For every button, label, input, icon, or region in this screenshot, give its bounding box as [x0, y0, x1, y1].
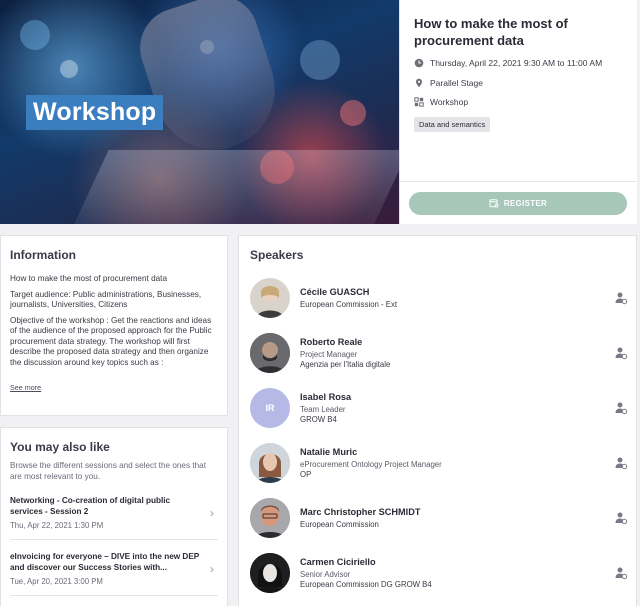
user-settings-icon[interactable] [614, 511, 628, 525]
information-paragraph: Objective of the workshop : Get the reac… [10, 315, 212, 367]
session-date: Tue, Apr 20, 2021 3:00 PM [10, 577, 103, 586]
speaker-name: Isabel Rosa [300, 391, 352, 402]
user-settings-icon[interactable] [614, 291, 628, 305]
topic-tag[interactable]: Data and semantics [414, 117, 491, 132]
avatar [250, 553, 290, 593]
divider [400, 181, 637, 182]
avatar: IR [250, 388, 290, 428]
recommendations-heading: You may also like [10, 440, 110, 454]
information-paragraph: Target audience: Public administrations,… [10, 289, 202, 310]
information-heading: Information [10, 248, 76, 262]
session-date: Thu, Apr 22, 2021 1:30 PM [10, 521, 104, 530]
speaker-name: Roberto Reale [300, 336, 363, 347]
information-paragraph: How to make the most of procurement data [10, 274, 168, 283]
speaker-role: Team Leader [300, 404, 346, 414]
event-info-card: How to make the most of procurement data… [399, 0, 637, 224]
speaker-item[interactable]: IR Isabel Rosa Team Leader GROW B4 [250, 388, 628, 428]
session-item[interactable]: Networking - Co-creation of digital publ… [10, 495, 218, 540]
event-type: Workshop [430, 97, 469, 107]
avatar [250, 333, 290, 373]
speakers-heading: Speakers [250, 248, 304, 262]
information-card: Information How to make the most of proc… [0, 235, 228, 416]
register-button-label: REGISTER [503, 199, 548, 208]
chevron-right-icon: › [210, 506, 214, 520]
speaker-item[interactable]: Cécile GUASCH European Commission - Ext [250, 278, 628, 318]
speaker-item[interactable]: Marc Christopher SCHMIDT European Commis… [250, 498, 628, 538]
user-settings-icon[interactable] [614, 456, 628, 470]
avatar [250, 278, 290, 318]
user-settings-icon[interactable] [614, 566, 628, 580]
event-location-row: Parallel Stage [414, 78, 483, 88]
speaker-item[interactable]: Natalie Muric eProcurement Ontology Proj… [250, 443, 628, 483]
speaker-organization: European Commission DG GROW B4 [300, 579, 432, 589]
speaker-organization: GROW B4 [300, 414, 337, 424]
hero-banner-image: Workshop [0, 0, 399, 224]
speaker-name: Carmen Ciciriello [300, 556, 376, 567]
user-settings-icon[interactable] [614, 346, 628, 360]
workshop-badge: Workshop [26, 95, 164, 130]
recommendations-card: You may also like Browse the different s… [0, 427, 228, 606]
event-datetime: Thursday, April 22, 2021 9:30 AM to 11:0… [430, 58, 603, 68]
event-type-row: Workshop [414, 97, 468, 107]
event-title: How to make the most of procurement data [414, 16, 568, 48]
user-settings-icon[interactable] [614, 401, 628, 415]
speaker-organization: European Commission - Ext [300, 299, 398, 309]
avatar [250, 443, 290, 483]
speaker-organization: Agenzia per l'Italia digitale [300, 359, 391, 369]
speaker-item[interactable]: Roberto Reale Project Manager Agenzia pe… [250, 333, 628, 373]
speaker-name: Cécile GUASCH [300, 286, 370, 297]
speaker-name: Natalie Muric [300, 446, 358, 457]
speaker-role: Project Manager [300, 349, 358, 359]
speaker-role: eProcurement Ontology Project Manager [300, 459, 442, 469]
clock-icon [414, 58, 424, 68]
speaker-organization: European Commission [300, 519, 379, 529]
location-pin-icon [414, 78, 424, 88]
session-title: eInvoicing for everyone – DIVE into the … [10, 552, 200, 572]
session-title: Networking - Co-creation of digital publ… [10, 496, 171, 516]
session-item[interactable]: eInvoicing for everyone – DIVE into the … [10, 551, 218, 596]
speaker-name: Marc Christopher SCHMIDT [300, 506, 421, 517]
grid-icon [414, 97, 424, 107]
calendar-add-icon [489, 198, 499, 210]
recommendations-subtitle: Browse the different sessions and select… [10, 461, 207, 481]
register-button[interactable]: REGISTER [409, 192, 627, 215]
speaker-organization: OP [300, 469, 312, 479]
event-datetime-row: Thursday, April 22, 2021 9:30 AM to 11:0… [414, 58, 602, 68]
event-location: Parallel Stage [430, 78, 483, 88]
speaker-item[interactable]: Carmen Ciciriello Senior Advisor Europea… [250, 553, 628, 593]
chevron-right-icon: › [210, 562, 214, 576]
speaker-role: Senior Advisor [300, 569, 351, 579]
speakers-card: Speakers Cécile GUASCH European Commissi… [238, 235, 637, 606]
see-more-link[interactable]: See more [10, 383, 41, 392]
event-page: Workshop How to make the most of procure… [0, 0, 640, 606]
avatar [250, 498, 290, 538]
